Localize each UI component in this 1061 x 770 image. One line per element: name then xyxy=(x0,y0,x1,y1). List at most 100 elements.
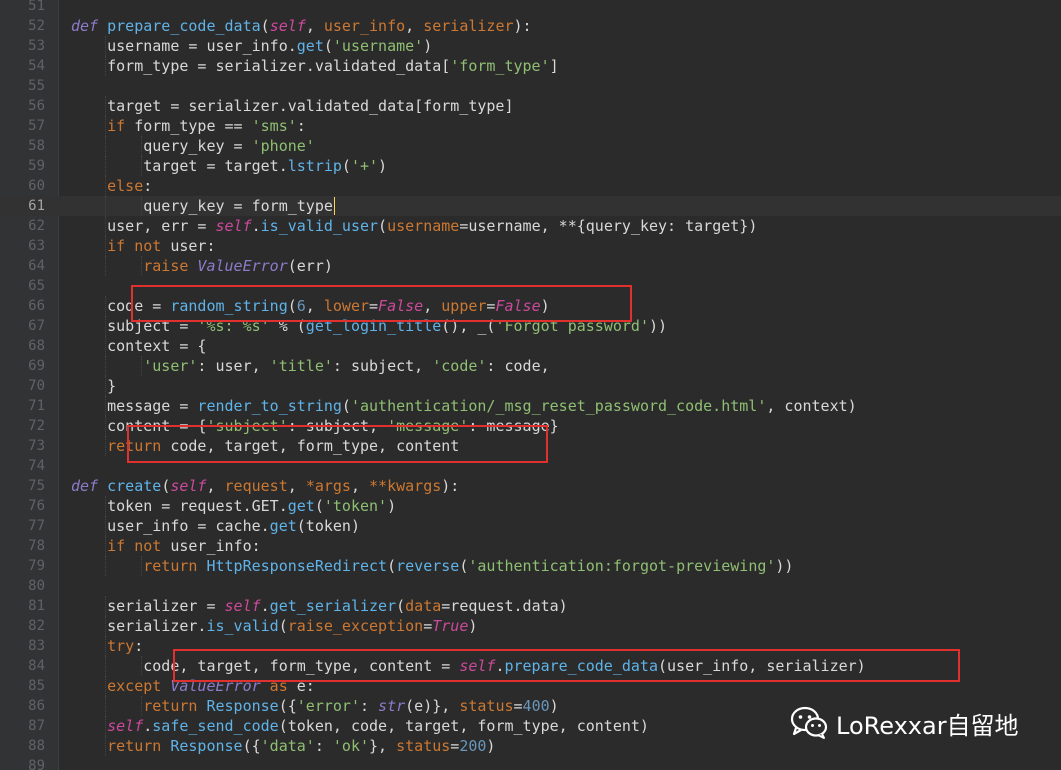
code-token: , xyxy=(423,297,442,315)
code-token: ) xyxy=(423,37,433,55)
line-code: target = serializer.validated_data[form_… xyxy=(107,96,513,116)
code-line[interactable]: 74 xyxy=(0,456,1061,476)
indent-guide xyxy=(105,436,107,456)
code-token: , xyxy=(206,477,225,495)
indent-guide xyxy=(105,736,107,756)
code-token: : xyxy=(359,697,379,715)
code-token: data xyxy=(405,597,442,615)
line-code: query_key = 'phone' xyxy=(143,136,315,156)
code-line[interactable]: 52 def prepare_code_data(self, user_info,… xyxy=(0,16,1061,36)
code-token: 'subject' xyxy=(206,417,288,435)
code-line[interactable]: 55 xyxy=(0,76,1061,96)
indent-guide xyxy=(141,136,143,156)
code-token: return xyxy=(143,557,198,575)
code-token: . xyxy=(143,717,153,735)
code-line[interactable]: 80 xyxy=(0,576,1061,596)
code-token: ( xyxy=(323,37,333,55)
code-line[interactable]: 84 code, target, form_type, content = sel… xyxy=(0,656,1061,676)
line-number: 80 xyxy=(28,578,45,594)
code-line[interactable]: 76 token = request.GET.get('token') xyxy=(0,496,1061,516)
line-number: 61 xyxy=(28,198,45,214)
code-token: def xyxy=(71,477,99,495)
wechat-icon xyxy=(790,706,828,739)
code-line[interactable]: 81 serializer = self.get_serializer(data=… xyxy=(0,596,1061,616)
code-token: username xyxy=(387,217,460,235)
code-token: self xyxy=(269,17,306,35)
code-token: except xyxy=(107,677,162,695)
code-token: = xyxy=(450,737,460,755)
code-token: 'user' xyxy=(143,357,198,375)
indent-guide xyxy=(105,236,107,256)
code-token: ): xyxy=(441,477,460,495)
line-code: raise ValueError(err) xyxy=(143,256,333,276)
code-line[interactable]: 73 return code, target, form_type, conten… xyxy=(0,436,1061,456)
code-token: , context) xyxy=(766,397,857,415)
code-token: subject = xyxy=(107,317,198,335)
code-line[interactable]: 75 def create(self, request, *args, **kwa… xyxy=(0,476,1061,496)
code-token: ) xyxy=(486,737,496,755)
indent-guide xyxy=(105,336,107,356)
code-token: 'authentication:forgot-previewing' xyxy=(468,557,776,575)
code-line[interactable]: 53 username = user_info.get('username') xyxy=(0,36,1061,56)
code-line[interactable]: 63 if not user: xyxy=(0,236,1061,256)
code-token: 'message' xyxy=(387,417,469,435)
line-number: 78 xyxy=(28,538,45,554)
code-token: prepare_code_data xyxy=(504,657,658,675)
code-line[interactable]: 67 subject = '%s: %s' % (get_login_title(… xyxy=(0,316,1061,336)
indent-guide xyxy=(105,596,107,616)
code-editor[interactable]: 51 52 def prepare_code_data(self, user_inf… xyxy=(0,0,1061,770)
code-token: return xyxy=(143,697,198,715)
line-number: 51 xyxy=(28,0,45,14)
line-number: 54 xyxy=(28,58,45,74)
line-number: 68 xyxy=(28,338,45,354)
code-line[interactable]: 64 raise ValueError(err) xyxy=(0,256,1061,276)
line-number: 60 xyxy=(28,178,45,194)
code-line[interactable]: 69 'user': user, 'title': subject, 'code'… xyxy=(0,356,1061,376)
code-line[interactable]: 62 user, err = self.is_valid_user(usernam… xyxy=(0,216,1061,236)
code-line[interactable]: 65 xyxy=(0,276,1061,296)
code-line[interactable]: 56 target = serializer.validated_data[for… xyxy=(0,96,1061,116)
code-line[interactable]: 71 message = render_to_string('authentica… xyxy=(0,396,1061,416)
line-code: user, err = self.is_valid_user(username=… xyxy=(107,216,757,236)
code-line[interactable]: 78 if not user_info: xyxy=(0,536,1061,556)
code-line[interactable]: 79 return HttpResponseRedirect(reverse('a… xyxy=(0,556,1061,576)
code-line[interactable]: 59 target = target.lstrip('+') xyxy=(0,156,1061,176)
code-line[interactable]: 77 user_info = cache.get(token) xyxy=(0,516,1061,536)
code-token: : xyxy=(296,117,306,135)
code-line[interactable]: 66 code = random_string(6, lower=False, u… xyxy=(0,296,1061,316)
code-line[interactable]: 70} xyxy=(0,376,1061,396)
code-line[interactable]: 72 content = {'subject': subject, 'messag… xyxy=(0,416,1061,436)
code-line[interactable]: 82 serializer.is_valid(raise_exception=Tr… xyxy=(0,616,1061,636)
code-line[interactable]: 83 try: xyxy=(0,636,1061,656)
code-token: Response xyxy=(206,697,279,715)
code-line[interactable]: 57 if form_type == 'sms': xyxy=(0,116,1061,136)
code-token: token = request.GET. xyxy=(107,497,288,515)
indent-guide xyxy=(105,356,107,376)
code-line[interactable]: 60 else: xyxy=(0,176,1061,196)
code-token: random_string xyxy=(170,297,288,315)
code-line[interactable]: 85 except ValueError as e: xyxy=(0,676,1061,696)
code-line[interactable]: 51 xyxy=(0,0,1061,16)
code-line[interactable]: 61 query_key = form_type xyxy=(0,196,1061,216)
code-token: status xyxy=(396,737,451,755)
code-token: 400 xyxy=(522,697,550,715)
line-code: try: xyxy=(107,636,143,656)
indent-guide xyxy=(105,216,107,236)
code-token: (token, code, target, form_type, content… xyxy=(278,717,649,735)
code-token: get xyxy=(287,497,315,515)
code-line[interactable]: 68 context = { xyxy=(0,336,1061,356)
code-token: return xyxy=(107,437,162,455)
code-token: target = target. xyxy=(143,157,288,175)
code-token: user, err = xyxy=(107,217,216,235)
code-line[interactable]: 58 query_key = 'phone' xyxy=(0,136,1061,156)
code-token: , xyxy=(287,477,306,495)
code-line[interactable]: 54 form_type = serializer.validated_data[… xyxy=(0,56,1061,76)
line-number: 69 xyxy=(28,358,45,374)
indent-guide xyxy=(105,36,107,56)
code-token: 'sms' xyxy=(251,117,297,135)
line-number: 76 xyxy=(28,498,45,514)
code-token: ValueError xyxy=(197,257,288,275)
code-token: 'Forgot password' xyxy=(495,317,649,335)
code-token: False xyxy=(378,297,424,315)
code-line[interactable]: 89 xyxy=(0,756,1061,770)
